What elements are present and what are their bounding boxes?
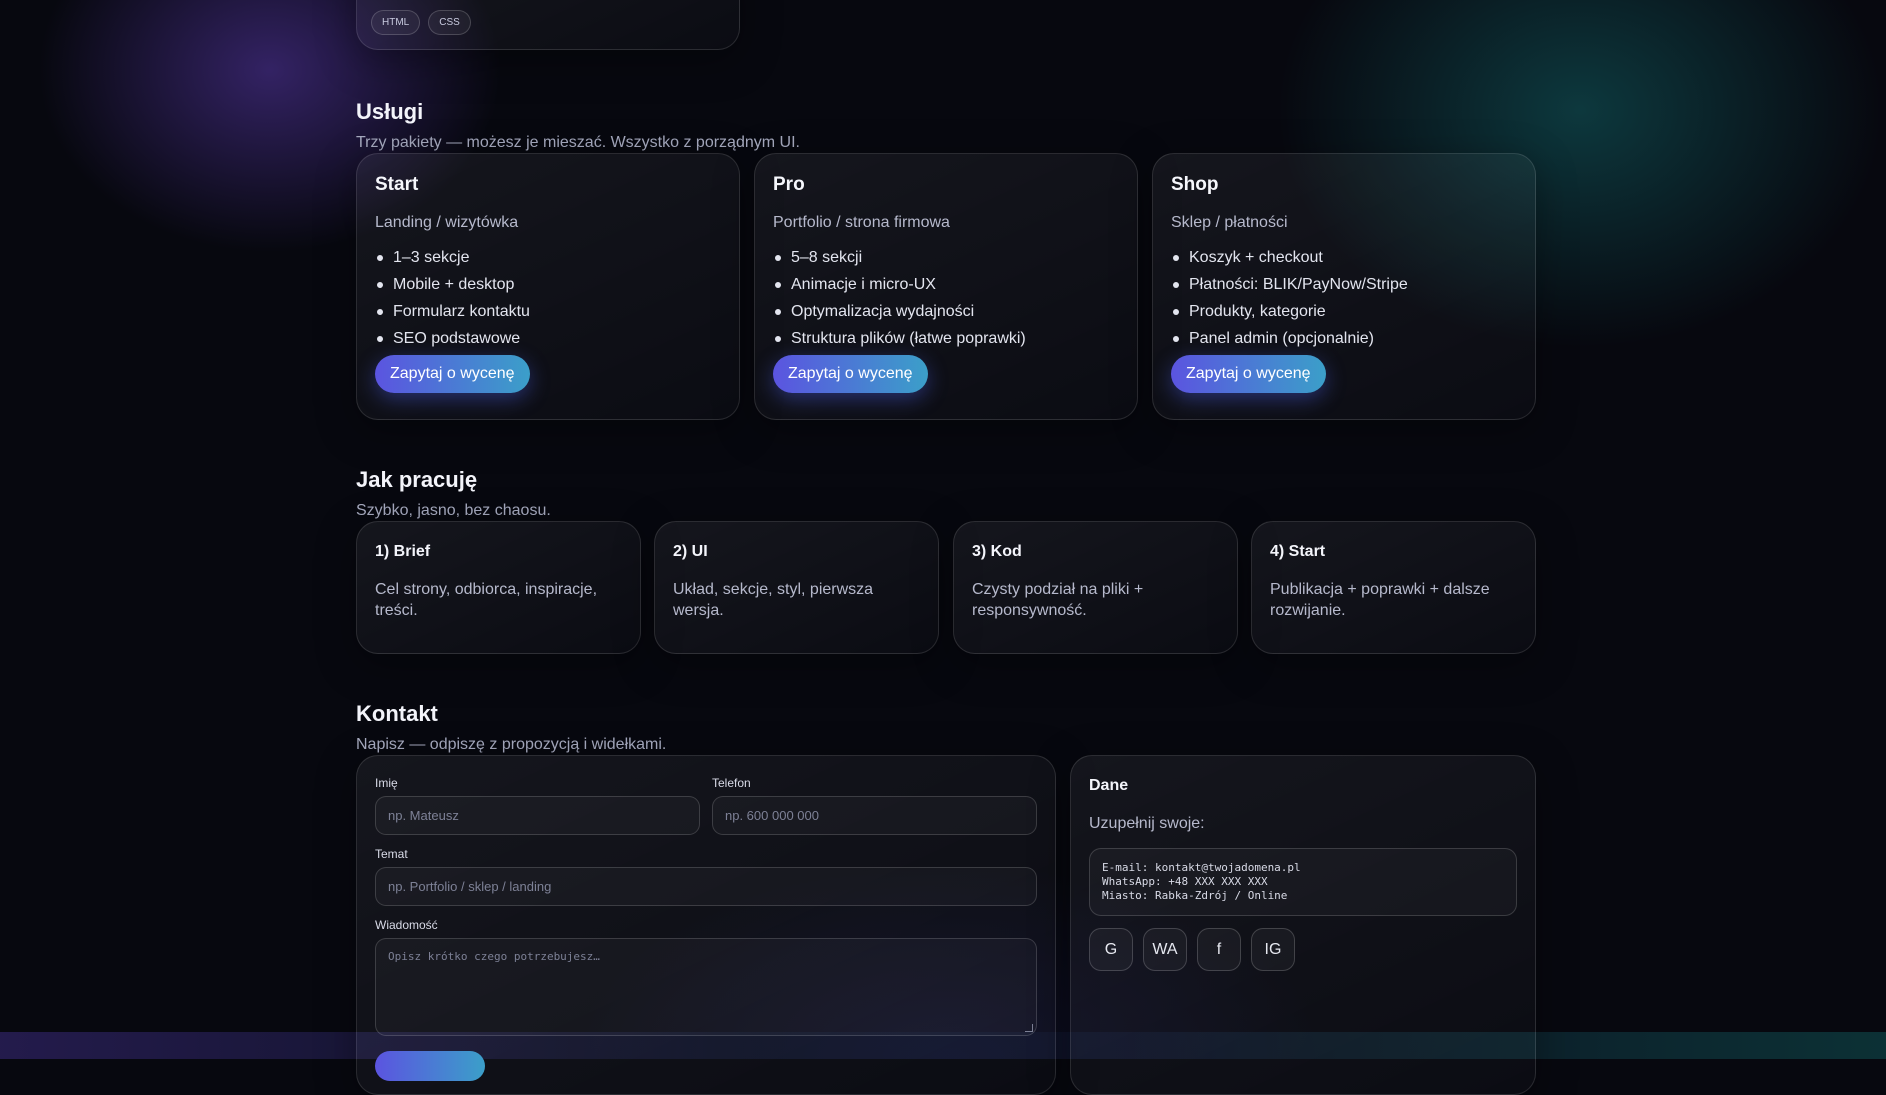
google-link[interactable]: G: [1089, 928, 1133, 971]
step-card-brief: 1) Brief Cel strony, odbiorca, inspiracj…: [356, 521, 641, 654]
message-label: Wiadomość: [375, 918, 438, 932]
email-line: E-mail: kontakt@twojadomena.pl: [1102, 861, 1504, 875]
city-line: Miasto: Rabka-Zdrój / Online: [1102, 889, 1504, 903]
step-text: Cel strony, odbiorca, inspiracje, treści…: [375, 579, 622, 621]
contact-details-box: E-mail: kontakt@twojadomena.pl WhatsApp:…: [1089, 848, 1517, 916]
name-label: Imię: [375, 776, 398, 790]
feature-item: 1–3 sekcje: [375, 244, 721, 271]
step-title: 2) UI: [673, 543, 920, 561]
send-button[interactable]: [375, 1051, 485, 1081]
feature-item: Mobile + desktop: [375, 271, 721, 298]
step-title: 3) Kod: [972, 543, 1219, 561]
tag-css: CSS: [428, 10, 471, 35]
instagram-link[interactable]: IG: [1251, 928, 1295, 971]
contact-subtitle: Napisz — odpiszę z propozycją i widełkam…: [356, 736, 666, 754]
feature-item: Płatności: BLIK/PayNow/Stripe: [1171, 271, 1517, 298]
data-title: Dane: [1089, 777, 1517, 795]
tag-list: HTML CSS: [371, 10, 471, 35]
feature-item: 5–8 sekcji: [773, 244, 1119, 271]
feature-item: Produkty, kategorie: [1171, 298, 1517, 325]
step-text: Układ, sekcje, styl, pierwsza wersja.: [673, 579, 920, 621]
package-desc: Sklep / płatności: [1171, 214, 1517, 232]
contact-data-card: Dane Uzupełnij swoje: E-mail: kontakt@tw…: [1070, 755, 1536, 1095]
step-text: Czysty podział na pliki + responsywność.: [972, 579, 1219, 621]
feature-list: 5–8 sekcji Animacje i micro-UX Optymaliz…: [773, 244, 1119, 352]
package-desc: Portfolio / strona firmowa: [773, 214, 1119, 232]
feature-list: Koszyk + checkout Płatności: BLIK/PayNow…: [1171, 244, 1517, 352]
package-name: Shop: [1171, 174, 1517, 196]
feature-item: Koszyk + checkout: [1171, 244, 1517, 271]
feature-list: 1–3 sekcje Mobile + desktop Formularz ko…: [375, 244, 721, 352]
message-placeholder: Opisz krótko czego potrzebujesz…: [388, 950, 600, 963]
feature-item: Struktura plików (łatwe poprawki): [773, 325, 1119, 352]
data-hint: Uzupełnij swoje:: [1089, 815, 1517, 833]
services-subtitle: Trzy pakiety — możesz je mieszać. Wszyst…: [356, 134, 800, 152]
quote-button-pro[interactable]: Zapytaj o wycenę: [773, 355, 928, 393]
feature-item: Optymalizacja wydajności: [773, 298, 1119, 325]
message-textarea[interactable]: Opisz krótko czego potrzebujesz…: [375, 938, 1037, 1036]
phone-input[interactable]: np. 600 000 000: [712, 796, 1037, 835]
step-card-start: 4) Start Publikacja + poprawki + dalsze …: [1251, 521, 1536, 654]
social-links: G WA f IG: [1089, 928, 1517, 971]
package-card-shop: Shop Sklep / płatności Koszyk + checkout…: [1152, 153, 1536, 420]
step-card-ui: 2) UI Układ, sekcje, styl, pierwsza wers…: [654, 521, 939, 654]
subject-input[interactable]: np. Portfolio / sklep / landing: [375, 867, 1037, 906]
step-text: Publikacja + poprawki + dalsze rozwijani…: [1270, 579, 1517, 621]
whatsapp-line: WhatsApp: +48 XXX XXX XXX: [1102, 875, 1504, 889]
step-card-kod: 3) Kod Czysty podział na pliki + respons…: [953, 521, 1238, 654]
tag-html: HTML: [371, 10, 420, 35]
package-name: Start: [375, 174, 721, 196]
quote-button-start[interactable]: Zapytaj o wycenę: [375, 355, 530, 393]
subject-label: Temat: [375, 847, 408, 861]
services-title: Usługi: [356, 99, 423, 125]
name-input[interactable]: np. Mateusz: [375, 796, 700, 835]
contact-title: Kontakt: [356, 701, 438, 727]
package-card-pro: Pro Portfolio / strona firmowa 5–8 sekcj…: [754, 153, 1138, 420]
package-desc: Landing / wizytówka: [375, 214, 721, 232]
feature-item: Animacje i micro-UX: [773, 271, 1119, 298]
package-card-start: Start Landing / wizytówka 1–3 sekcje Mob…: [356, 153, 740, 420]
facebook-link[interactable]: f: [1197, 928, 1241, 971]
resize-handle-icon[interactable]: [1025, 1024, 1033, 1032]
whatsapp-link[interactable]: WA: [1143, 928, 1187, 971]
quote-button-shop[interactable]: Zapytaj o wycenę: [1171, 355, 1326, 393]
step-title: 4) Start: [1270, 543, 1517, 561]
package-name: Pro: [773, 174, 1119, 196]
process-title: Jak pracuję: [356, 467, 477, 493]
phone-label: Telefon: [712, 776, 751, 790]
process-subtitle: Szybko, jasno, bez chaosu.: [356, 502, 551, 520]
step-title: 1) Brief: [375, 543, 622, 561]
contact-form: Imię np. Mateusz Telefon np. 600 000 000…: [356, 755, 1056, 1095]
feature-item: SEO podstawowe: [375, 325, 721, 352]
portfolio-card: HTML CSS: [356, 0, 740, 50]
feature-item: Panel admin (opcjonalnie): [1171, 325, 1517, 352]
feature-item: Formularz kontaktu: [375, 298, 721, 325]
